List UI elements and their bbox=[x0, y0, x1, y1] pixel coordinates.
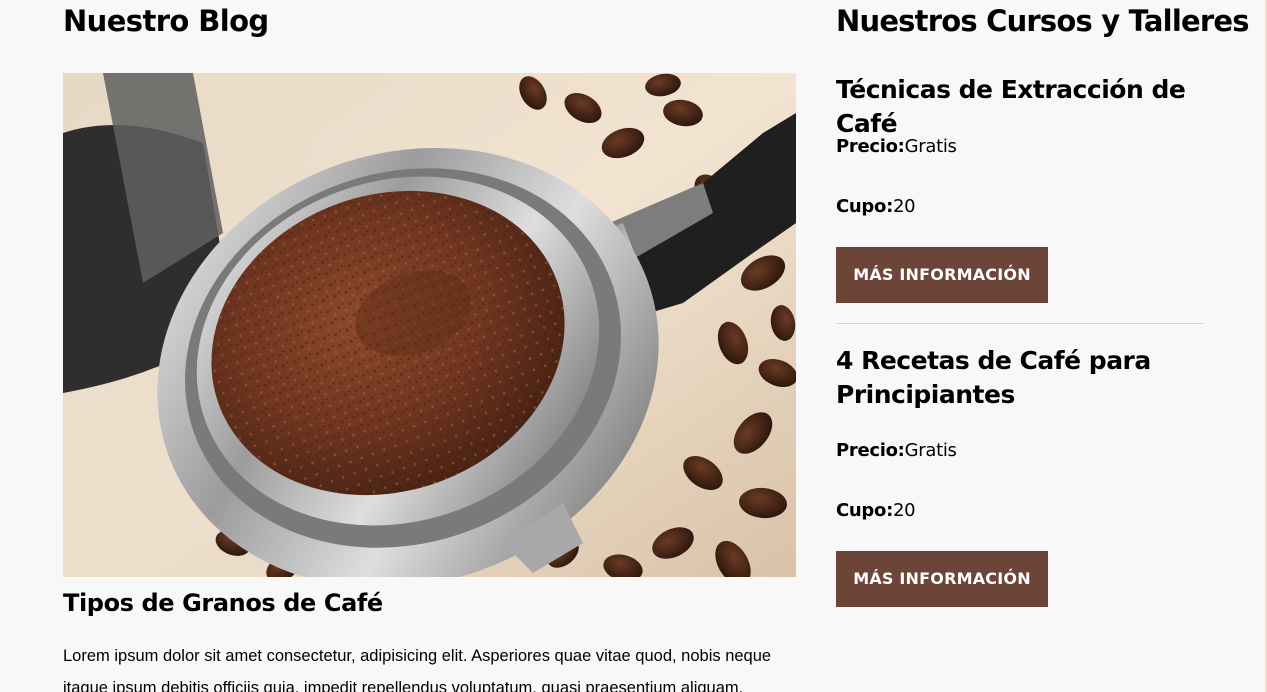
more-info-button[interactable]: MÁS INFORMACIÓN bbox=[836, 247, 1048, 303]
quota-value: 20 bbox=[892, 500, 916, 521]
blog-post-title[interactable]: Tipos de Granos de Café bbox=[63, 589, 383, 617]
more-info-button[interactable]: MÁS INFORMACIÓN bbox=[836, 551, 1048, 607]
course-title: 4 Recetas de Café para Principiantes bbox=[836, 346, 1151, 409]
page: Nuestro Blog Tipos de Granos de Café Lor… bbox=[0, 0, 1267, 692]
blog-heading: Nuestro Blog bbox=[63, 4, 269, 38]
course-price: Precio:Gratis bbox=[836, 136, 957, 157]
quota-label: Cupo: bbox=[836, 500, 893, 521]
course-quota: Cupo:20 bbox=[836, 196, 916, 217]
courses-heading: Nuestros Cursos y Talleres bbox=[836, 4, 1249, 38]
course-divider bbox=[836, 323, 1203, 324]
blog-post-image[interactable] bbox=[63, 73, 796, 577]
course-card: Técnicas de Extracción de Café bbox=[836, 73, 1203, 141]
quota-label: Cupo: bbox=[836, 196, 893, 217]
price-value: Gratis bbox=[904, 440, 957, 461]
price-label: Precio: bbox=[836, 136, 905, 157]
quota-value: 20 bbox=[892, 196, 916, 217]
price-value: Gratis bbox=[904, 136, 957, 157]
course-card: 4 Recetas de Café para Principiantes bbox=[836, 344, 1203, 412]
course-title: Técnicas de Extracción de Café bbox=[836, 75, 1186, 138]
blog-post-excerpt: Lorem ipsum dolor sit amet consectetur, … bbox=[63, 647, 772, 692]
course-quota: Cupo:20 bbox=[836, 500, 916, 521]
course-price: Precio:Gratis bbox=[836, 440, 957, 461]
price-label: Precio: bbox=[836, 440, 905, 461]
